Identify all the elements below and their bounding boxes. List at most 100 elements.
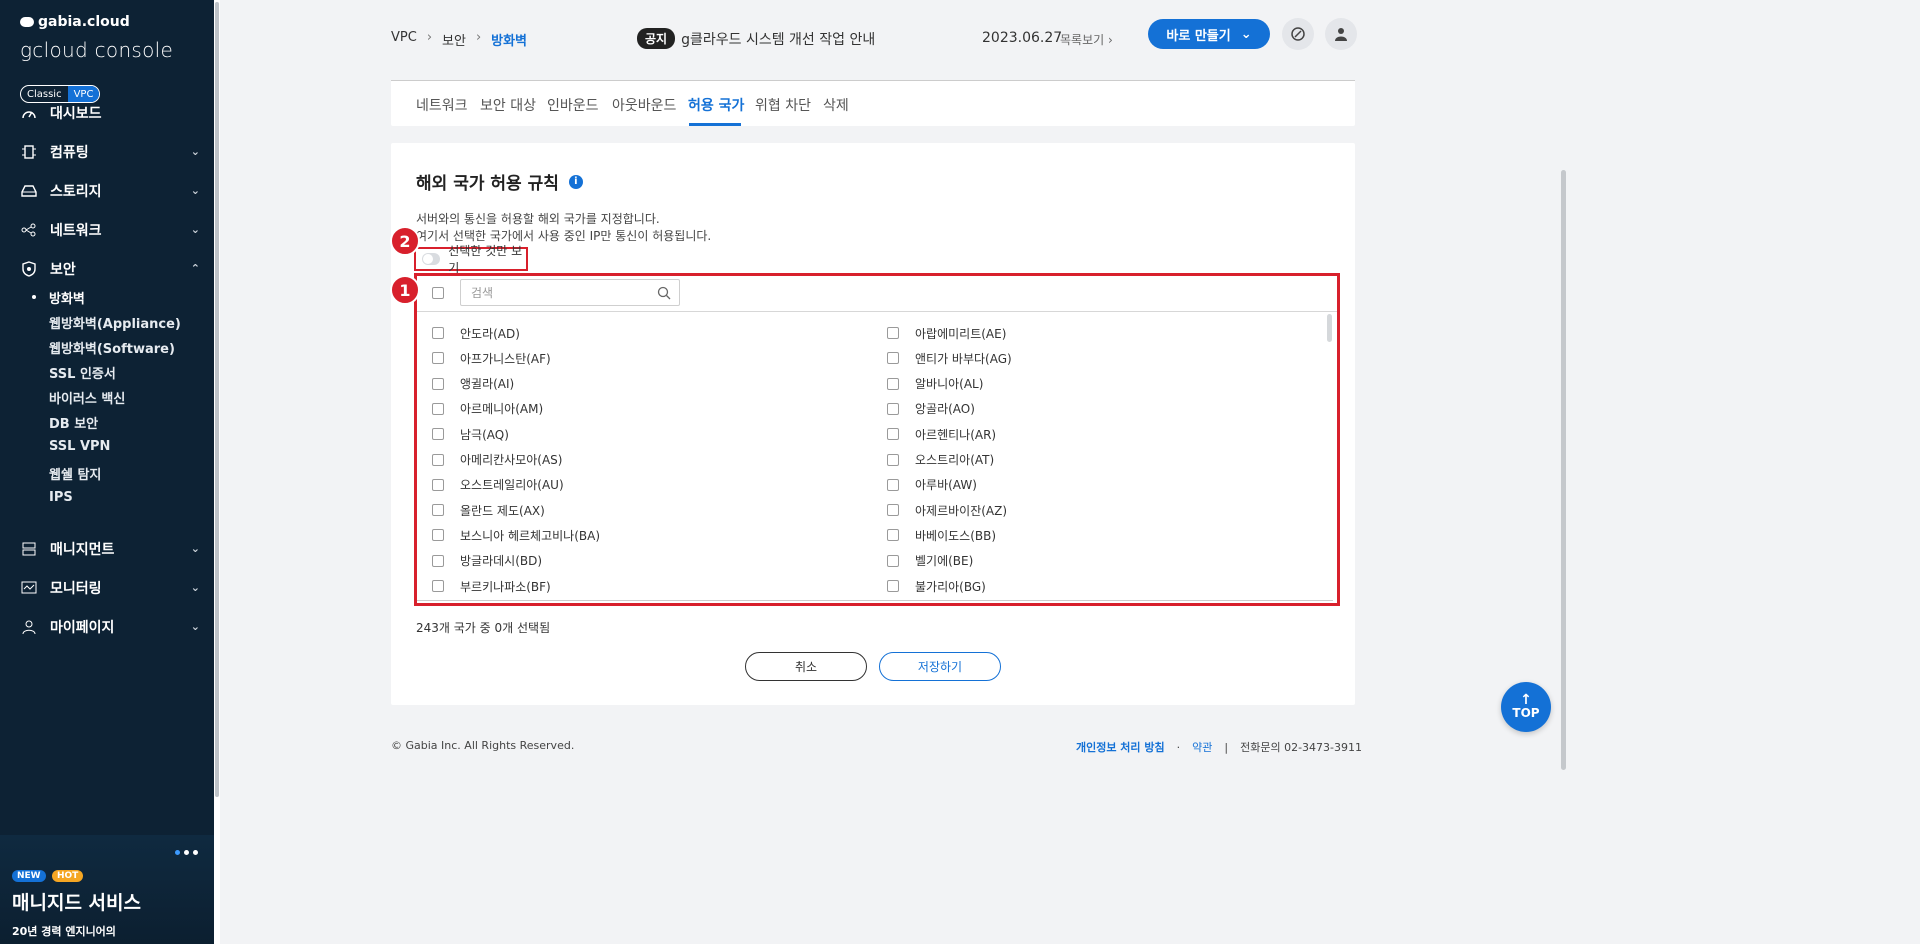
country-checkbox[interactable] (887, 377, 899, 390)
nav-item-security[interactable]: 보안 ⌃ (20, 257, 200, 281)
tab-threat-block[interactable]: 위협 차단 (755, 95, 811, 115)
country-checkbox[interactable] (887, 402, 899, 415)
carousel-dots[interactable] (175, 850, 198, 855)
sidebar-item-waf-appliance[interactable]: 웹방화벽(Appliance) (49, 313, 181, 332)
nav-item-management[interactable]: 매니지먼트 ⌄ (20, 537, 200, 561)
breadcrumb-vpc[interactable]: VPC (391, 30, 417, 49)
country-row[interactable]: 아메리칸사모아(AS) (432, 450, 562, 470)
terms-link[interactable]: 약관 (1192, 739, 1212, 755)
tab-network[interactable]: 네트워크 (416, 95, 468, 115)
tab-security-target[interactable]: 보안 대상 (480, 95, 536, 115)
tab-inbound[interactable]: 인바운드 (547, 95, 599, 115)
country-row[interactable]: 알바니아(AL) (887, 374, 983, 394)
show-selected-toggle[interactable]: 선택한 것만 보기 (414, 244, 528, 275)
country-checkbox[interactable] (887, 478, 899, 491)
country-checkbox[interactable] (432, 580, 444, 592)
country-checkbox[interactable] (432, 327, 444, 339)
country-row[interactable]: 아제르바이잔(AZ) (887, 500, 1007, 520)
sidebar-item-ips[interactable]: IPS (49, 490, 73, 505)
select-all-checkbox[interactable] (432, 287, 444, 299)
breadcrumb-security[interactable]: 보안 (442, 30, 466, 49)
country-checkbox[interactable] (432, 352, 444, 365)
notice-text[interactable]: g클라우드 시스템 개선 작업 안내 (681, 29, 875, 49)
sidebar-item-ssl-vpn[interactable]: SSL VPN (49, 439, 110, 454)
country-row[interactable]: 아르헨티나(AR) (887, 424, 996, 444)
country-search-input[interactable] (471, 285, 651, 300)
mode-vpc[interactable]: VPC (67, 86, 100, 102)
brand-logo-small[interactable]: gabia.cloud (20, 14, 130, 30)
sidebar-scrollbar[interactable] (215, 2, 219, 797)
country-row[interactable]: 보스니아 헤르체고비나(BA) (432, 525, 600, 545)
notice[interactable]: 공지 g클라우드 시스템 개선 작업 안내 (637, 28, 875, 49)
country-checkbox[interactable] (432, 529, 444, 542)
country-row[interactable]: 앵귈라(AI) (432, 374, 514, 394)
mode-classic[interactable]: Classic (21, 86, 68, 102)
chat-button[interactable] (1282, 18, 1314, 50)
country-row[interactable]: 앙골라(AO) (887, 399, 975, 419)
country-checkbox[interactable] (432, 478, 444, 491)
brand-logo-big[interactable]: gcloud console (20, 38, 173, 62)
country-checkbox[interactable] (432, 554, 444, 567)
country-label: 아르메니아(AM) (460, 402, 544, 417)
privacy-link[interactable]: 개인정보 처리 방침 (1076, 739, 1165, 755)
storage-icon (20, 183, 38, 199)
nav-item-monitoring[interactable]: 모니터링 ⌄ (20, 576, 200, 600)
network-icon (20, 222, 38, 238)
country-row[interactable]: 오스트레일리아(AU) (432, 475, 564, 495)
account-button[interactable] (1325, 18, 1357, 50)
sidebar-item-webshell[interactable]: 웹쉘 탐지 (49, 464, 101, 483)
country-row[interactable]: 불가리아(BG) (887, 576, 986, 596)
nav-item-mypage[interactable]: 마이페이지 ⌄ (20, 615, 200, 639)
country-row[interactable]: 바베이도스(BB) (887, 525, 996, 545)
country-checkbox[interactable] (432, 453, 444, 466)
country-checkbox[interactable] (432, 504, 444, 517)
tab-delete[interactable]: 삭제 (823, 95, 849, 115)
sidebar-item-db-security[interactable]: DB 보안 (49, 413, 98, 432)
nav-item-computing[interactable]: 컴퓨팅 ⌄ (20, 140, 200, 164)
country-row[interactable]: 부르키나파소(BF) (432, 576, 551, 596)
sidebar-item-ssl-cert[interactable]: SSL 인증서 (49, 363, 116, 382)
info-icon[interactable]: i (568, 174, 583, 189)
country-checkbox[interactable] (887, 504, 899, 517)
country-checkbox[interactable] (887, 554, 899, 567)
country-checkbox[interactable] (432, 402, 444, 415)
dashboard-icon (20, 105, 38, 121)
country-row[interactable]: 앤티가 바부다(AG) (887, 348, 1012, 368)
country-checkbox[interactable] (887, 580, 899, 592)
country-checkbox[interactable] (887, 529, 899, 542)
country-checkbox[interactable] (887, 352, 899, 365)
search-icon[interactable] (657, 286, 671, 303)
country-row[interactable]: 방글라데시(BD) (432, 551, 542, 571)
cancel-button[interactable]: 취소 (745, 652, 867, 681)
tab-outbound[interactable]: 아웃바운드 (612, 95, 676, 115)
sidebar-item-antivirus[interactable]: 바이러스 백신 (49, 388, 125, 407)
country-row[interactable]: 아르메니아(AM) (432, 399, 543, 419)
nav-item-network[interactable]: 네트워크 ⌄ (20, 218, 200, 242)
list-scrollbar[interactable] (1327, 314, 1332, 342)
country-checkbox[interactable] (432, 377, 444, 390)
nav-item-storage[interactable]: 스토리지 ⌄ (20, 179, 200, 203)
sidebar-item-waf-software[interactable]: 웹방화벽(Software) (49, 338, 175, 357)
country-checkbox[interactable] (887, 327, 899, 339)
country-checkbox[interactable] (887, 428, 899, 441)
notice-list-link[interactable]: 목록보기 › (1060, 31, 1113, 48)
country-row[interactable]: 남극(AQ) (432, 424, 509, 444)
save-button[interactable]: 저장하기 (879, 652, 1001, 681)
country-checkbox[interactable] (887, 453, 899, 466)
country-row[interactable]: 오스트리아(AT) (887, 450, 994, 470)
nav-item-dashboard[interactable]: 대시보드 (20, 101, 200, 125)
country-checkbox[interactable] (432, 428, 444, 441)
country-row[interactable]: 아루바(AW) (887, 475, 977, 495)
country-row[interactable]: 아프가니스탄(AF) (432, 348, 551, 368)
quick-create-button[interactable]: 바로 만들기 ⌄ (1148, 19, 1270, 49)
toggle-switch[interactable] (422, 253, 441, 265)
page-scrollbar[interactable] (1561, 170, 1566, 770)
scroll-top-button[interactable]: ↑ TOP (1501, 682, 1551, 732)
country-row[interactable]: 올란드 제도(AX) (432, 500, 545, 520)
country-search[interactable] (460, 279, 680, 306)
country-row[interactable]: 아랍에미리트(AE) (887, 323, 1006, 343)
tab-allowed-countries[interactable]: 허용 국가 (688, 95, 744, 115)
country-row[interactable]: 안도라(AD) (432, 323, 520, 343)
country-row[interactable]: 벨기에(BE) (887, 551, 973, 571)
sidebar-item-firewall[interactable]: 방화벽 (49, 288, 85, 307)
